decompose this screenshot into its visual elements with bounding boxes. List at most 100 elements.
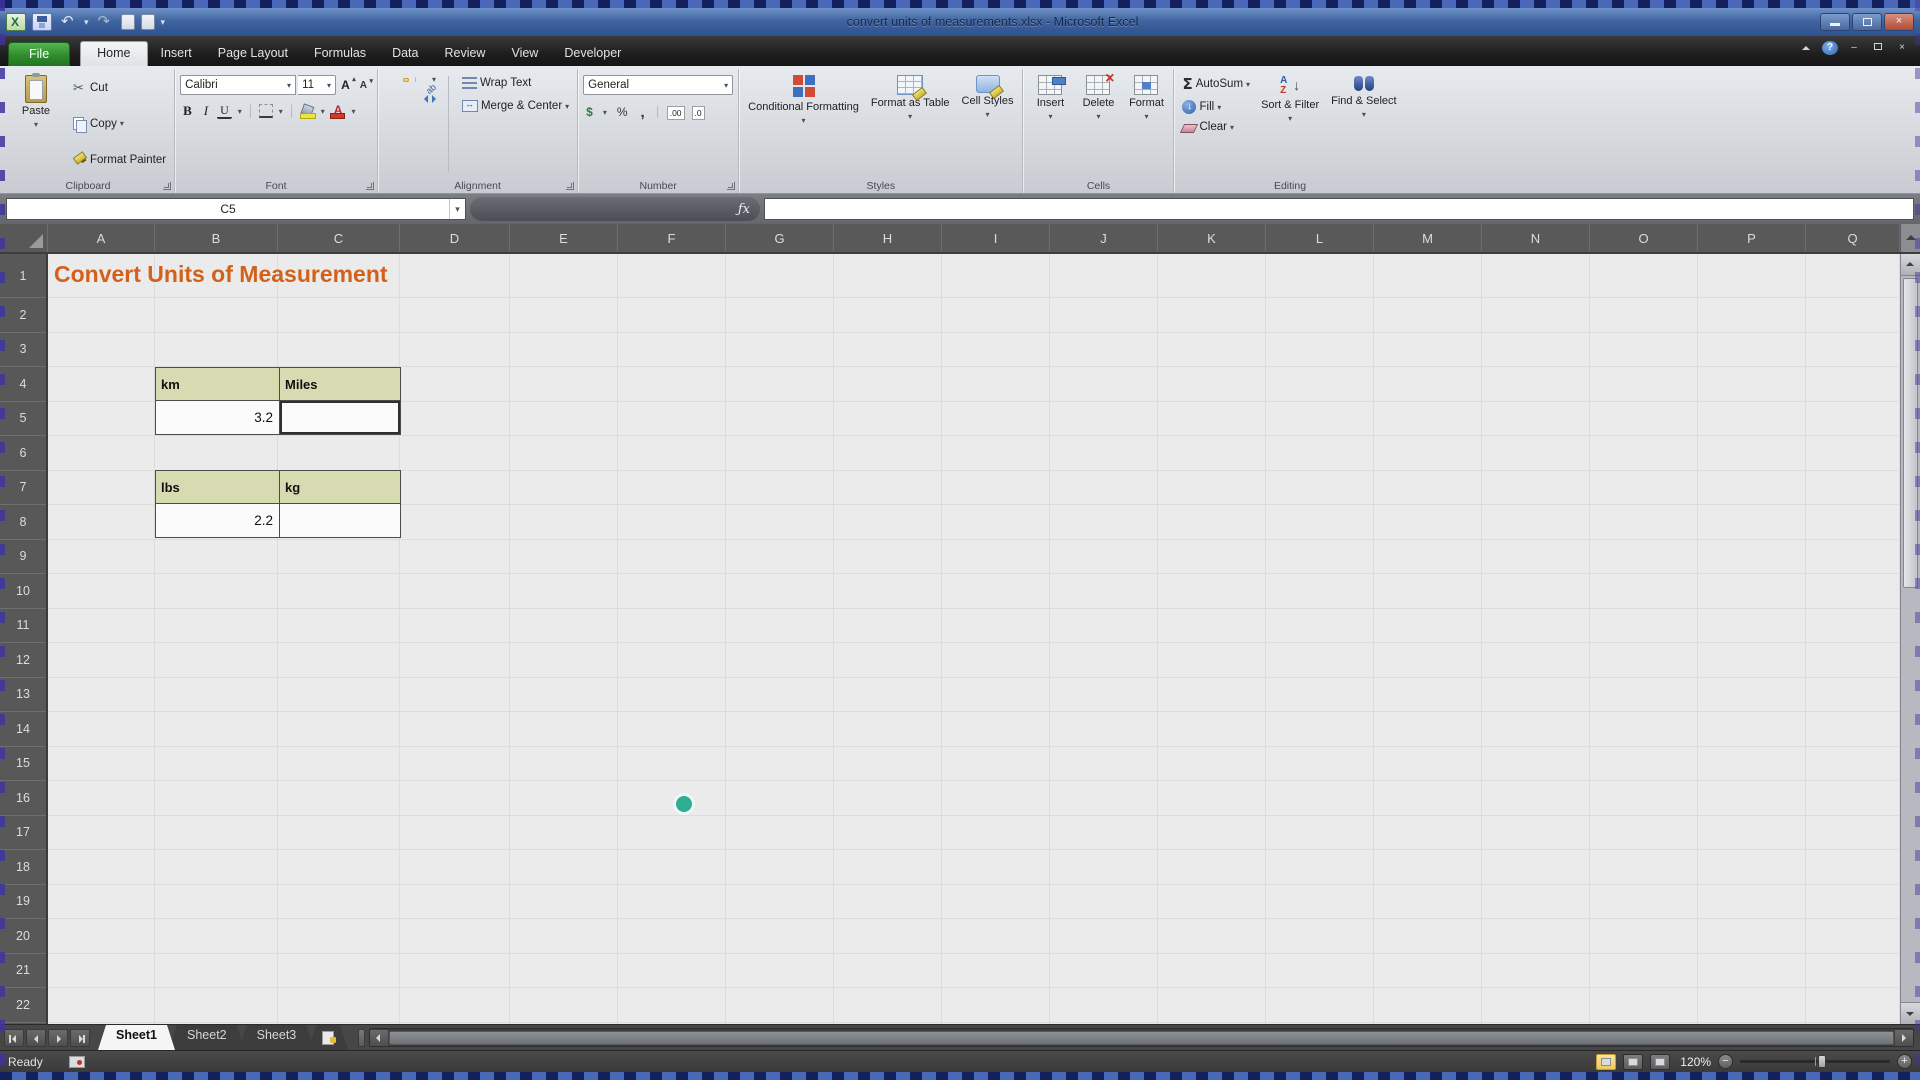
column-header-K[interactable]: K bbox=[1158, 224, 1266, 252]
row-header-11[interactable]: 11 bbox=[0, 609, 46, 644]
grow-font-button[interactable]: A bbox=[338, 77, 355, 93]
document-more-icon[interactable] bbox=[141, 14, 155, 30]
cell-C5-active[interactable] bbox=[279, 401, 400, 434]
middle-align-icon[interactable] bbox=[393, 78, 399, 82]
row-header-15[interactable]: 15 bbox=[0, 747, 46, 782]
insert-function-icon[interactable]: ƒx bbox=[738, 202, 750, 217]
sheet-tab-sheet2[interactable]: Sheet2 bbox=[169, 1025, 245, 1050]
row-header-4[interactable]: 4 bbox=[0, 367, 46, 402]
table-header-km[interactable]: km bbox=[156, 368, 279, 401]
normal-view-icon[interactable] bbox=[1596, 1054, 1616, 1070]
row-header-6[interactable]: 6 bbox=[0, 436, 46, 471]
page-break-view-icon[interactable] bbox=[1650, 1054, 1670, 1070]
wrap-text-button[interactable]: Wrap Text bbox=[459, 76, 572, 90]
zoom-slider-thumb[interactable] bbox=[1818, 1055, 1826, 1068]
insert-cells-button[interactable]: Insert▾ bbox=[1028, 72, 1072, 176]
column-header-B[interactable]: B bbox=[155, 224, 278, 252]
paste-button[interactable]: Paste ▾ bbox=[7, 72, 65, 176]
column-header-J[interactable]: J bbox=[1050, 224, 1158, 252]
column-header-E[interactable]: E bbox=[510, 224, 618, 252]
macro-record-icon[interactable] bbox=[69, 1056, 85, 1068]
align-left-icon[interactable] bbox=[383, 92, 389, 96]
formula-input[interactable] bbox=[764, 198, 1914, 220]
tab-splitter-handle[interactable] bbox=[358, 1029, 365, 1047]
excel-logo-icon[interactable] bbox=[6, 13, 26, 31]
row-header-12[interactable]: 12 bbox=[0, 643, 46, 678]
tab-formulas[interactable]: Formulas bbox=[301, 42, 379, 66]
copy-button[interactable]: Copy▾ bbox=[69, 115, 169, 132]
column-header-L[interactable]: L bbox=[1266, 224, 1374, 252]
tab-developer[interactable]: Developer bbox=[551, 42, 634, 66]
row-header-20[interactable]: 20 bbox=[0, 919, 46, 954]
italic-button[interactable]: I bbox=[201, 102, 211, 120]
number-format-select[interactable]: General▾ bbox=[583, 75, 733, 95]
column-header-H[interactable]: H bbox=[834, 224, 942, 252]
scrollbar-down-icon[interactable] bbox=[1901, 1002, 1920, 1024]
cell-styles-button[interactable]: Cell Styles▾ bbox=[958, 72, 1018, 176]
column-header-D[interactable]: D bbox=[400, 224, 510, 252]
bottom-align-icon[interactable] bbox=[403, 78, 409, 82]
cell-B5-km-value[interactable]: 3.2 bbox=[156, 401, 279, 434]
workbook-restore-icon[interactable] bbox=[1870, 41, 1886, 55]
row-header-22[interactable]: 22 bbox=[0, 988, 46, 1023]
fill-button[interactable]: ↓Fill▾ bbox=[1179, 99, 1253, 115]
redo-icon[interactable] bbox=[95, 13, 115, 31]
cell-C8-kg-value[interactable] bbox=[279, 504, 400, 537]
cut-button[interactable]: Cut bbox=[69, 80, 169, 97]
format-painter-button[interactable]: Format Painter bbox=[69, 151, 169, 168]
close-button[interactable]: × bbox=[1884, 13, 1914, 31]
row-header-10[interactable]: 10 bbox=[0, 574, 46, 609]
row-header-16[interactable]: 16 bbox=[0, 781, 46, 816]
row-header-5[interactable]: 5 bbox=[0, 402, 46, 437]
column-header-G[interactable]: G bbox=[726, 224, 834, 252]
vertical-scrollbar[interactable] bbox=[1900, 254, 1920, 1024]
increase-indent-icon[interactable] bbox=[432, 92, 438, 96]
autosum-button[interactable]: ΣAutoSum▾ bbox=[1179, 74, 1253, 94]
column-header-Q[interactable]: Q bbox=[1806, 224, 1900, 252]
row-header-13[interactable]: 13 bbox=[0, 678, 46, 713]
font-dialog-launcher-icon[interactable] bbox=[366, 182, 374, 190]
first-sheet-icon[interactable] bbox=[4, 1029, 24, 1047]
zoom-slider[interactable] bbox=[1740, 1060, 1890, 1063]
help-icon[interactable]: ? bbox=[1822, 41, 1838, 55]
decrease-decimal-icon[interactable]: .0 bbox=[692, 106, 705, 120]
shrink-font-button[interactable]: A bbox=[357, 79, 372, 92]
comma-style-icon[interactable]: , bbox=[638, 107, 648, 118]
insert-worksheet-icon[interactable] bbox=[308, 1025, 348, 1050]
row-header-2[interactable]: 2 bbox=[0, 298, 46, 333]
format-cells-button[interactable]: Format▾ bbox=[1124, 72, 1168, 176]
align-center-icon[interactable] bbox=[393, 92, 399, 96]
save-icon[interactable] bbox=[32, 13, 52, 31]
column-header-A[interactable]: A bbox=[48, 224, 155, 252]
row-header-3[interactable]: 3 bbox=[0, 333, 46, 368]
find-select-button[interactable]: Find & Select▾ bbox=[1327, 72, 1400, 176]
row-header-18[interactable]: 18 bbox=[0, 850, 46, 885]
tab-view[interactable]: View bbox=[498, 42, 551, 66]
collapse-ribbon-icon[interactable] bbox=[1798, 41, 1814, 55]
document-preview-icon[interactable] bbox=[121, 14, 135, 30]
zoom-level[interactable]: 120% bbox=[1677, 1055, 1711, 1069]
fill-color-icon[interactable] bbox=[300, 104, 315, 119]
percent-style-icon[interactable]: % bbox=[614, 104, 631, 120]
tab-page-layout[interactable]: Page Layout bbox=[205, 42, 301, 66]
undo-dropdown-icon[interactable]: ▾ bbox=[84, 17, 89, 28]
zoom-in-icon[interactable]: + bbox=[1897, 1054, 1912, 1069]
previous-sheet-icon[interactable] bbox=[26, 1029, 46, 1047]
row-header-1[interactable]: 1 bbox=[0, 254, 46, 298]
column-header-C[interactable]: C bbox=[278, 224, 400, 252]
delete-cells-button[interactable]: Delete▾ bbox=[1076, 72, 1120, 176]
row-header-17[interactable]: 17 bbox=[0, 816, 46, 851]
decrease-indent-icon[interactable] bbox=[422, 92, 428, 96]
scroll-right-icon[interactable] bbox=[1895, 1030, 1913, 1046]
restore-button[interactable] bbox=[1852, 13, 1882, 31]
font-family-select[interactable]: Calibri▾ bbox=[180, 75, 296, 95]
sheet-tab-sheet3[interactable]: Sheet3 bbox=[239, 1025, 315, 1050]
table-header-miles[interactable]: Miles bbox=[279, 368, 400, 401]
undo-icon[interactable] bbox=[58, 13, 78, 31]
font-color-icon[interactable]: A bbox=[331, 103, 346, 119]
zoom-out-icon[interactable]: − bbox=[1718, 1054, 1733, 1069]
cell-B8-lbs-value[interactable]: 2.2 bbox=[156, 504, 279, 537]
scroll-up-icon[interactable] bbox=[1900, 224, 1920, 252]
horizontal-scrollbar-thumb[interactable] bbox=[389, 1031, 1894, 1045]
row-header-9[interactable]: 9 bbox=[0, 540, 46, 575]
